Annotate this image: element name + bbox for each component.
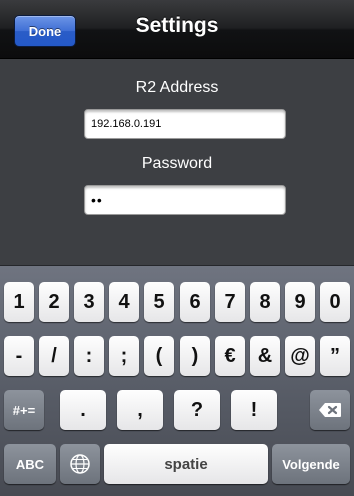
password-label: Password [141, 155, 213, 172]
key-question[interactable]: ? [174, 390, 220, 430]
key-ampersand[interactable]: & [250, 336, 280, 376]
abc-key[interactable]: ABC [4, 444, 56, 484]
key-quote[interactable]: ” [320, 336, 350, 376]
address-field[interactable] [84, 109, 286, 139]
key-6[interactable]: 6 [180, 282, 210, 322]
navigation-bar: Done Settings [0, 0, 354, 59]
key-0[interactable]: 0 [320, 282, 350, 322]
key-5[interactable]: 5 [144, 282, 174, 322]
delete-key[interactable] [310, 390, 350, 430]
key-9[interactable]: 9 [285, 282, 315, 322]
key-3[interactable]: 3 [74, 282, 104, 322]
key-comma[interactable]: , [117, 390, 163, 430]
key-euro[interactable]: € [215, 336, 245, 376]
key-4[interactable]: 4 [109, 282, 139, 322]
key-slash[interactable]: / [39, 336, 69, 376]
globe-icon [70, 454, 90, 474]
key-hyphen[interactable]: - [4, 336, 34, 376]
settings-form: R2 Address Password •• [0, 59, 354, 265]
key-2[interactable]: 2 [39, 282, 69, 322]
key-period[interactable]: . [60, 390, 106, 430]
symbols-shift-key[interactable]: #+= [4, 390, 44, 430]
space-key[interactable]: spatie [104, 444, 268, 484]
key-semicolon[interactable]: ; [109, 336, 139, 376]
key-8[interactable]: 8 [250, 282, 280, 322]
key-close-paren[interactable]: ) [180, 336, 210, 376]
key-exclamation[interactable]: ! [231, 390, 277, 430]
address-label: R2 Address [135, 79, 219, 96]
key-open-paren[interactable]: ( [144, 336, 174, 376]
password-field[interactable]: •• [84, 185, 286, 215]
key-colon[interactable]: : [74, 336, 104, 376]
key-at[interactable]: @ [285, 336, 315, 376]
key-7[interactable]: 7 [215, 282, 245, 322]
key-1[interactable]: 1 [4, 282, 34, 322]
keyboard: 1 2 3 4 5 6 7 8 9 0 - / : ; ( ) € & @ ” … [0, 265, 354, 496]
next-key[interactable]: Volgende [272, 444, 350, 484]
globe-key[interactable] [60, 444, 100, 484]
page-title: Settings [135, 14, 219, 37]
backspace-icon [319, 403, 341, 417]
